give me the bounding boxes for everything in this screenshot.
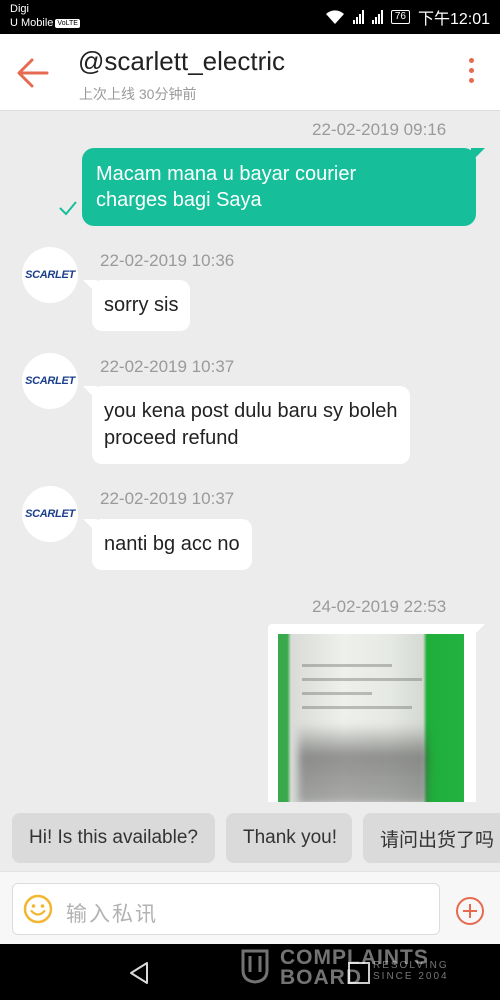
clock: 下午12:01 — [417, 11, 490, 28]
carrier-label-2-text: U Mobile — [10, 17, 54, 29]
message-composer: 输入私讯 — [0, 871, 500, 944]
receipt-photo[interactable] — [278, 634, 464, 802]
message-text-line: you kena post dulu baru sy boleh — [104, 400, 398, 422]
message-timestamp: 22-02-2019 09:16 — [312, 120, 447, 139]
watermark-logo-icon — [241, 949, 269, 984]
message-input-placeholder: 输入私讯 — [66, 903, 158, 926]
more-options-icon[interactable] — [466, 58, 476, 90]
watermark-tagline: RESOLVING SINCE 2004 — [373, 960, 449, 982]
quick-reply-chip[interactable]: 请问出货了吗 — [363, 813, 500, 863]
incoming-message-bubble[interactable]: sorry sis — [82, 280, 191, 331]
outgoing-message-bubble[interactable]: Macam mana u bayar courier charges bagi … — [82, 148, 485, 226]
watermark-tagline-line: SINCE 2004 — [373, 971, 449, 982]
message-text-line: Macam mana u bayar courier — [96, 163, 357, 185]
nav-recents-icon[interactable] — [348, 962, 370, 984]
emoji-icon[interactable] — [23, 894, 53, 924]
carrier-label-1: Digi — [10, 3, 29, 15]
seller-avatar-logo: SCARLET — [25, 375, 75, 387]
chat-header: @scarlett_electric 上次上线 30分钟前 — [0, 34, 500, 111]
add-attachment-icon[interactable] — [455, 896, 485, 926]
wifi-icon — [325, 10, 344, 24]
message-timestamp: 24-02-2019 22:53 — [312, 597, 447, 616]
seller-avatar[interactable]: SCARLET — [22, 247, 78, 303]
nav-back-icon[interactable] — [126, 960, 152, 986]
signal-icon-2 — [371, 10, 383, 24]
seller-avatar-logo: SCARLET — [25, 269, 75, 281]
seller-avatar[interactable]: SCARLET — [22, 353, 78, 409]
signal-icon-1 — [352, 10, 364, 24]
message-timestamp: 22-02-2019 10:37 — [100, 357, 235, 376]
message-text-line: charges bagi Saya — [96, 189, 262, 211]
volte-badge: VoLTE — [55, 18, 80, 28]
read-check-icon — [59, 201, 77, 216]
status-icons: 76 下午12:01 — [325, 8, 490, 28]
quick-replies: Hi! Is this available? Thank you! 请问出货了吗 — [0, 813, 500, 865]
back-arrow-icon[interactable] — [16, 56, 50, 90]
seller-avatar[interactable]: SCARLET — [22, 486, 78, 542]
carrier-label-2: U Mobile VoLTE — [10, 17, 80, 30]
message-text-line: proceed refund — [104, 427, 239, 449]
message-input[interactable]: 输入私讯 — [12, 883, 440, 935]
seller-avatar-logo: SCARLET — [25, 508, 75, 520]
battery-icon: 76 — [390, 10, 410, 24]
incoming-message-bubble[interactable]: you kena post dulu baru sy boleh proceed… — [83, 386, 410, 464]
watermark-tagline-line: RESOLVING — [373, 960, 449, 971]
message-list[interactable]: 22-02-2019 09:16 Macam mana u bayar cour… — [0, 112, 500, 802]
system-nav-bar: COMPLAINTS BOARD RESOLVING SINCE 2004 — [0, 944, 500, 1000]
chat-title: @scarlett_electric — [78, 46, 286, 76]
quick-reply-chip[interactable]: Hi! Is this available? — [12, 813, 215, 863]
status-bar: Digi U Mobile VoLTE 76 下午12:01 — [0, 0, 500, 34]
outgoing-image-message[interactable] — [268, 624, 485, 802]
message-timestamp: 22-02-2019 10:36 — [100, 251, 235, 270]
incoming-message-bubble[interactable]: nanti bg acc no — [83, 519, 252, 570]
message-timestamp: 22-02-2019 10:37 — [100, 489, 235, 508]
last-seen-status: 上次上线 30分钟前 — [79, 86, 197, 102]
quick-reply-chip[interactable]: Thank you! — [226, 813, 352, 863]
